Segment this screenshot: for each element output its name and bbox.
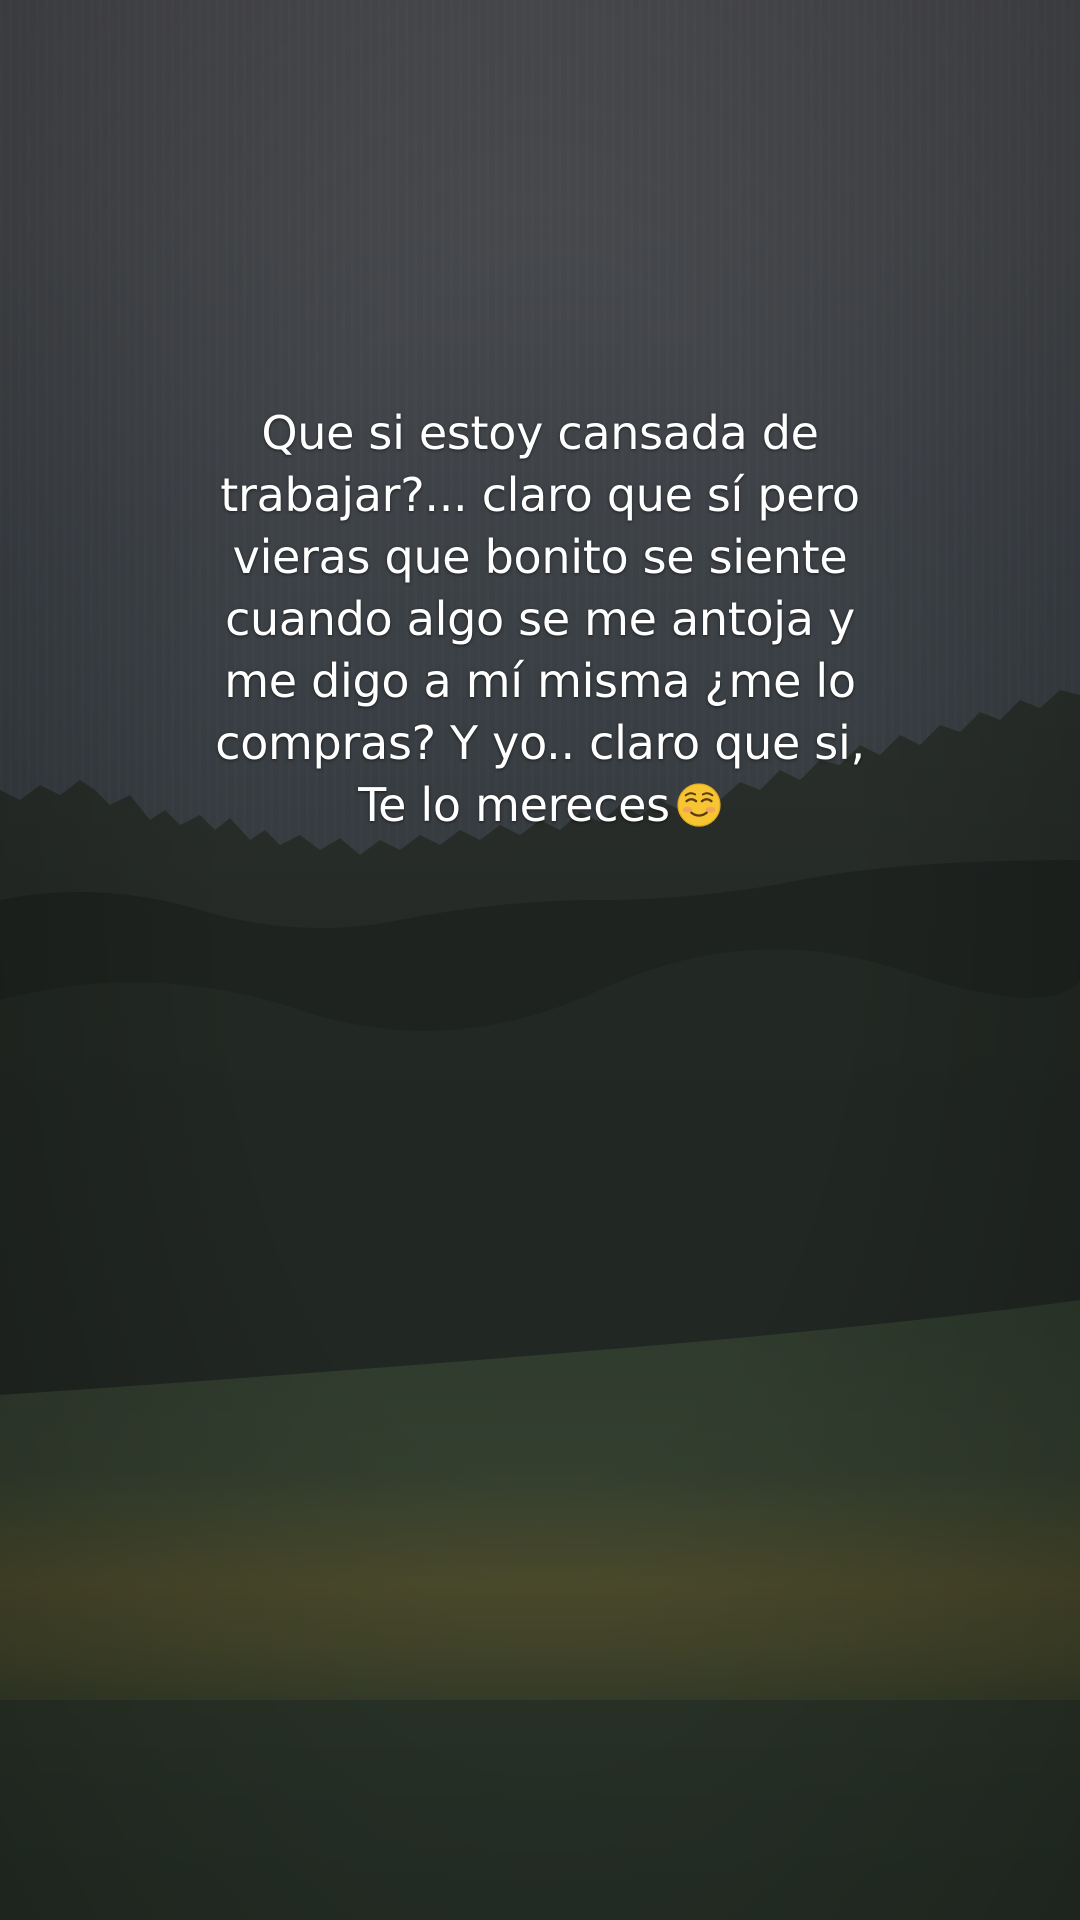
background-photo: Que si estoy cansada de trabajar?... cla… (0, 0, 1080, 1920)
caption-line: Que si estoy cansada de (261, 406, 819, 460)
caption-line: me digo a mí misma ¿me lo (224, 654, 856, 708)
smiling-face-icon (677, 783, 721, 827)
caption-line: compras? Y yo.. claro que si, (215, 716, 865, 770)
grass-field (0, 1300, 1080, 1920)
caption-line: vieras que bonito se siente (232, 530, 848, 584)
caption-text: Que si estoy cansada de trabajar?... cla… (190, 402, 890, 836)
caption-line: trabajar?... claro que sí pero (220, 468, 860, 522)
caption-line: cuando algo se me antoja y (225, 592, 855, 646)
caption-line: Te lo mereces (358, 778, 670, 832)
caption-last-line: Te lo mereces (190, 774, 890, 836)
